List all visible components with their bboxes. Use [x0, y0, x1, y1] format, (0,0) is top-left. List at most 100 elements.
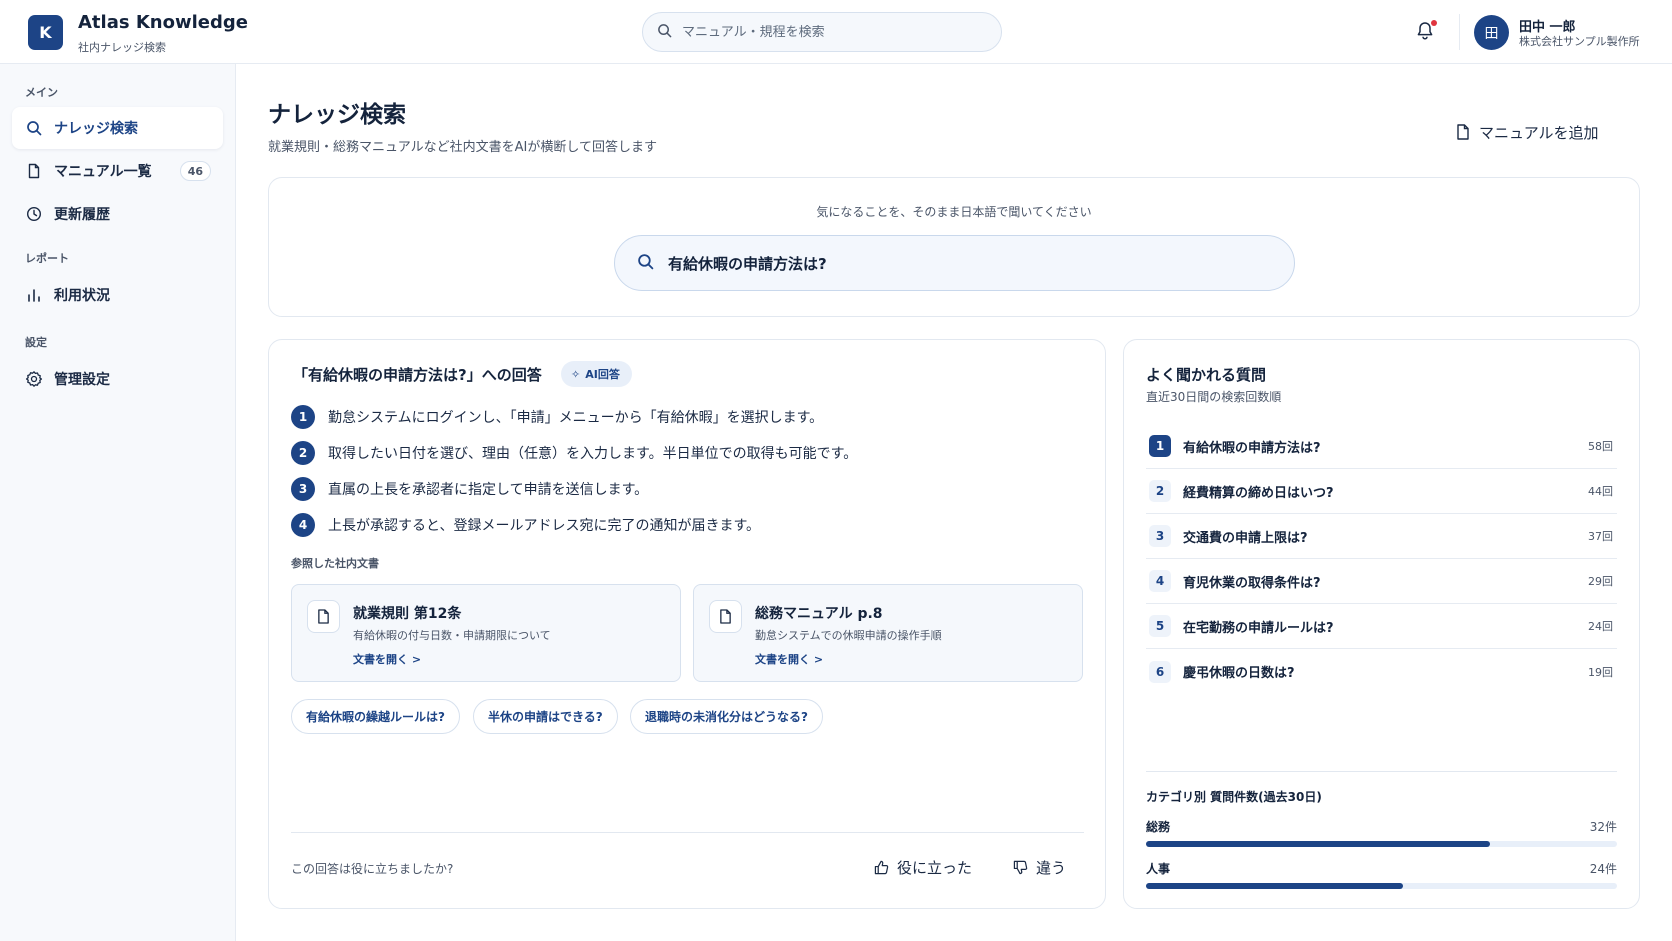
step-text: 取得したい日付を選び、理由（任意）を入力します。半日単位での取得も可能です。 — [328, 446, 858, 462]
sidebar-item-manual-list[interactable]: マニュアル一覧 46 — [12, 150, 223, 192]
feedback-question: この回答は役に立ちましたか? — [291, 862, 454, 876]
related-question-chip[interactable]: 半休の申請はできる? — [473, 699, 618, 734]
category-divider — [1146, 771, 1617, 772]
faq-rank: 3 — [1149, 525, 1171, 547]
global-search-input[interactable] — [682, 24, 982, 40]
related-question-chip[interactable]: 有給休暇の繰越ルールは? — [291, 699, 460, 734]
faq-item[interactable]: 4 育児休業の取得条件は? 29回 — [1146, 559, 1617, 604]
search-icon — [25, 119, 43, 137]
faq-question: 慶弔休暇の日数は? — [1183, 666, 1295, 681]
category-bar-fill — [1146, 841, 1490, 847]
user-organization: 株式会社サンプル製作所 — [1519, 35, 1640, 48]
reference-description: 有給休暇の付与日数・申請期限について — [353, 629, 551, 642]
reference-card[interactable]: 総務マニュアル p.8 勤怠システムでの休暇申請の操作手順 文書を開く > — [693, 584, 1083, 682]
question-input[interactable] — [668, 254, 1228, 272]
document-icon — [25, 162, 43, 180]
thumbs-down-icon — [1013, 860, 1028, 874]
sparkle-icon: ✧ — [571, 367, 581, 381]
sidebar-item-update-history[interactable]: 更新履歴 — [12, 193, 223, 235]
step-number: 2 — [291, 441, 315, 465]
global-search[interactable] — [642, 12, 1002, 52]
notification-dot — [1431, 20, 1437, 26]
app-subtitle: 社内ナレッジ検索 — [78, 41, 166, 54]
step-text: 勤怠システムにログインし、「申請」メニューから「有給休暇」を選択します。 — [328, 410, 824, 426]
answer-divider — [291, 832, 1084, 833]
faq-subtitle: 直近30日間の検索回数順 — [1146, 390, 1282, 404]
ask-card: 気になることを、そのまま日本語で聞いてください — [268, 177, 1640, 317]
answer-step: 3 直属の上長を承認者に指定して申請を送信します。 — [291, 477, 648, 501]
category-label: 人事 — [1146, 862, 1171, 876]
sidebar-item-label: 更新履歴 — [54, 207, 110, 223]
faq-question: 在宅勤務の申請ルールは? — [1183, 620, 1334, 636]
category-bar-fill — [1146, 883, 1403, 889]
sidebar-item-usage[interactable]: 利用状況 — [12, 274, 223, 316]
not-helpful-label: 違う — [1036, 858, 1067, 877]
faq-count: 44回 — [1588, 485, 1613, 498]
app-logo[interactable]: K — [28, 15, 63, 50]
category-bar-track — [1146, 841, 1617, 847]
related-question-chip[interactable]: 退職時の未消化分はどうなる? — [630, 699, 823, 734]
clock-icon — [25, 205, 43, 223]
top-header: K Atlas Knowledge 社内ナレッジ検索 田 田中 一郎 株式会社サ… — [0, 0, 1672, 64]
helpful-button[interactable]: 役に立った — [874, 852, 972, 882]
faq-item[interactable]: 5 在宅勤務の申請ルールは? 24回 — [1146, 604, 1617, 649]
faq-question: 交通費の申請上限は? — [1183, 530, 1308, 546]
faq-question: 経費精算の締め日はいつ? — [1183, 485, 1334, 501]
faq-item[interactable]: 6 慶弔休暇の日数は? 19回 — [1146, 649, 1617, 694]
faq-count: 37回 — [1588, 530, 1613, 543]
sidebar-item-label: 利用状況 — [54, 288, 110, 304]
faq-rank: 4 — [1149, 570, 1171, 592]
user-avatar[interactable]: 田 — [1474, 15, 1509, 50]
ask-prompt: 気になることを、そのまま日本語で聞いてください — [816, 205, 1092, 219]
question-search-box[interactable] — [614, 235, 1295, 291]
faq-item[interactable]: 2 経費精算の締め日はいつ? 44回 — [1146, 469, 1617, 514]
document-icon — [709, 600, 742, 633]
category-count: 24件 — [1589, 862, 1617, 876]
document-icon — [1457, 124, 1469, 140]
category-label: 総務 — [1146, 820, 1171, 834]
step-number: 3 — [291, 477, 315, 501]
faq-count: 29回 — [1588, 575, 1613, 588]
sidebar-item-admin-settings[interactable]: 管理設定 — [12, 358, 223, 400]
manual-count-badge: 46 — [179, 161, 211, 181]
step-number: 1 — [291, 405, 315, 429]
faq-rank: 1 — [1149, 435, 1171, 457]
faq-rank: 2 — [1149, 480, 1171, 502]
sidebar-section-settings: 設定 — [25, 336, 47, 349]
reference-description: 勤怠システムでの休暇申請の操作手順 — [755, 629, 942, 642]
references-label: 参照した社内文書 — [291, 557, 379, 570]
step-text: 上長が承認すると、登録メールアドレス宛に完了の通知が届きます。 — [328, 518, 761, 534]
sidebar-item-label: 管理設定 — [54, 372, 110, 388]
header-divider — [1459, 14, 1460, 50]
faq-card: よく聞かれる質問 直近30日間の検索回数順 1 有給休暇の申請方法は? 58回 … — [1123, 339, 1640, 909]
category-bar-track — [1146, 883, 1617, 889]
document-icon — [307, 600, 340, 633]
sidebar-item-label: マニュアル一覧 — [54, 164, 152, 180]
sidebar: メイン ナレッジ検索 マニュアル一覧 46 更新履歴 レポート 利用状況 設定 … — [0, 64, 236, 941]
search-icon — [637, 253, 654, 274]
category-title: カテゴリ別 質問件数(過去30日) — [1146, 790, 1322, 804]
add-manual-button[interactable]: マニュアルを追加 — [1456, 118, 1599, 146]
open-document-link[interactable]: 文書を開く > — [353, 651, 421, 667]
answer-step: 2 取得したい日付を選び、理由（任意）を入力します。半日単位での取得も可能です。 — [291, 441, 857, 465]
faq-count: 58回 — [1588, 440, 1613, 453]
add-manual-label: マニュアルを追加 — [1479, 123, 1599, 142]
step-number: 4 — [291, 513, 315, 537]
sidebar-item-knowledge-search[interactable]: ナレッジ検索 — [12, 107, 223, 149]
helpful-label: 役に立った — [897, 858, 973, 877]
reference-card[interactable]: 就業規則 第12条 有給休暇の付与日数・申請期限について 文書を開く > — [291, 584, 681, 682]
faq-item[interactable]: 1 有給休暇の申請方法は? 58回 — [1146, 424, 1617, 469]
page-title: ナレッジ検索 — [268, 102, 406, 128]
ai-badge-label: AI回答 — [585, 368, 620, 381]
sidebar-section-report: レポート — [25, 252, 69, 265]
search-icon — [657, 23, 672, 42]
faq-title: よく聞かれる質問 — [1146, 366, 1267, 384]
step-text: 直属の上長を承認者に指定して申請を送信します。 — [328, 482, 649, 498]
open-document-link[interactable]: 文書を開く > — [755, 651, 823, 667]
category-count: 32件 — [1589, 820, 1617, 834]
sidebar-section-main: メイン — [25, 86, 58, 99]
answer-step: 4 上長が承認すると、登録メールアドレス宛に完了の通知が届きます。 — [291, 513, 760, 537]
bar-chart-icon — [25, 286, 43, 304]
faq-item[interactable]: 3 交通費の申請上限は? 37回 — [1146, 514, 1617, 559]
not-helpful-button[interactable]: 違う — [1013, 852, 1066, 882]
